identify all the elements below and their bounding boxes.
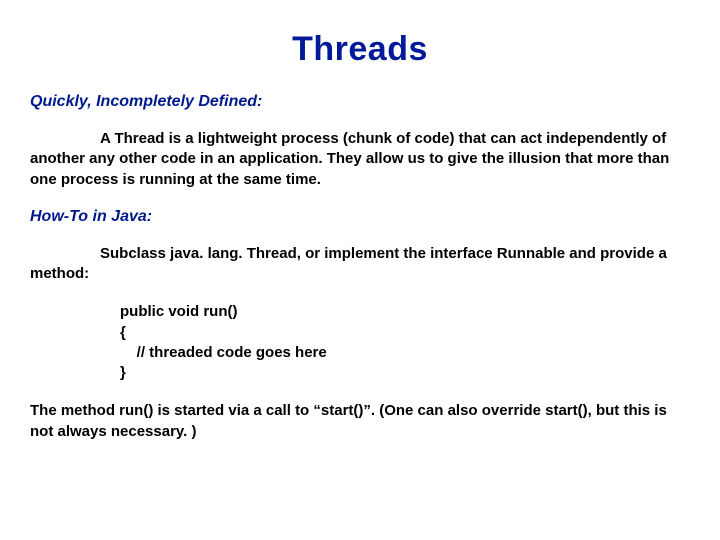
howto-body: Subclass java. lang. Thread, or implemen… (30, 244, 690, 285)
section-heading-definition: Quickly, Incompletely Defined: (30, 93, 690, 111)
slide: Threads Quickly, Incompletely Defined: A… (0, 0, 720, 540)
howto-footer: The method run() is started via a call t… (30, 401, 690, 442)
slide-title: Threads (30, 30, 690, 69)
definition-body: A Thread is a lightweight process (chunk… (30, 129, 690, 190)
code-snippet: public void run() { // threaded code goe… (120, 302, 690, 383)
section-heading-howto: How-To in Java: (30, 208, 690, 226)
